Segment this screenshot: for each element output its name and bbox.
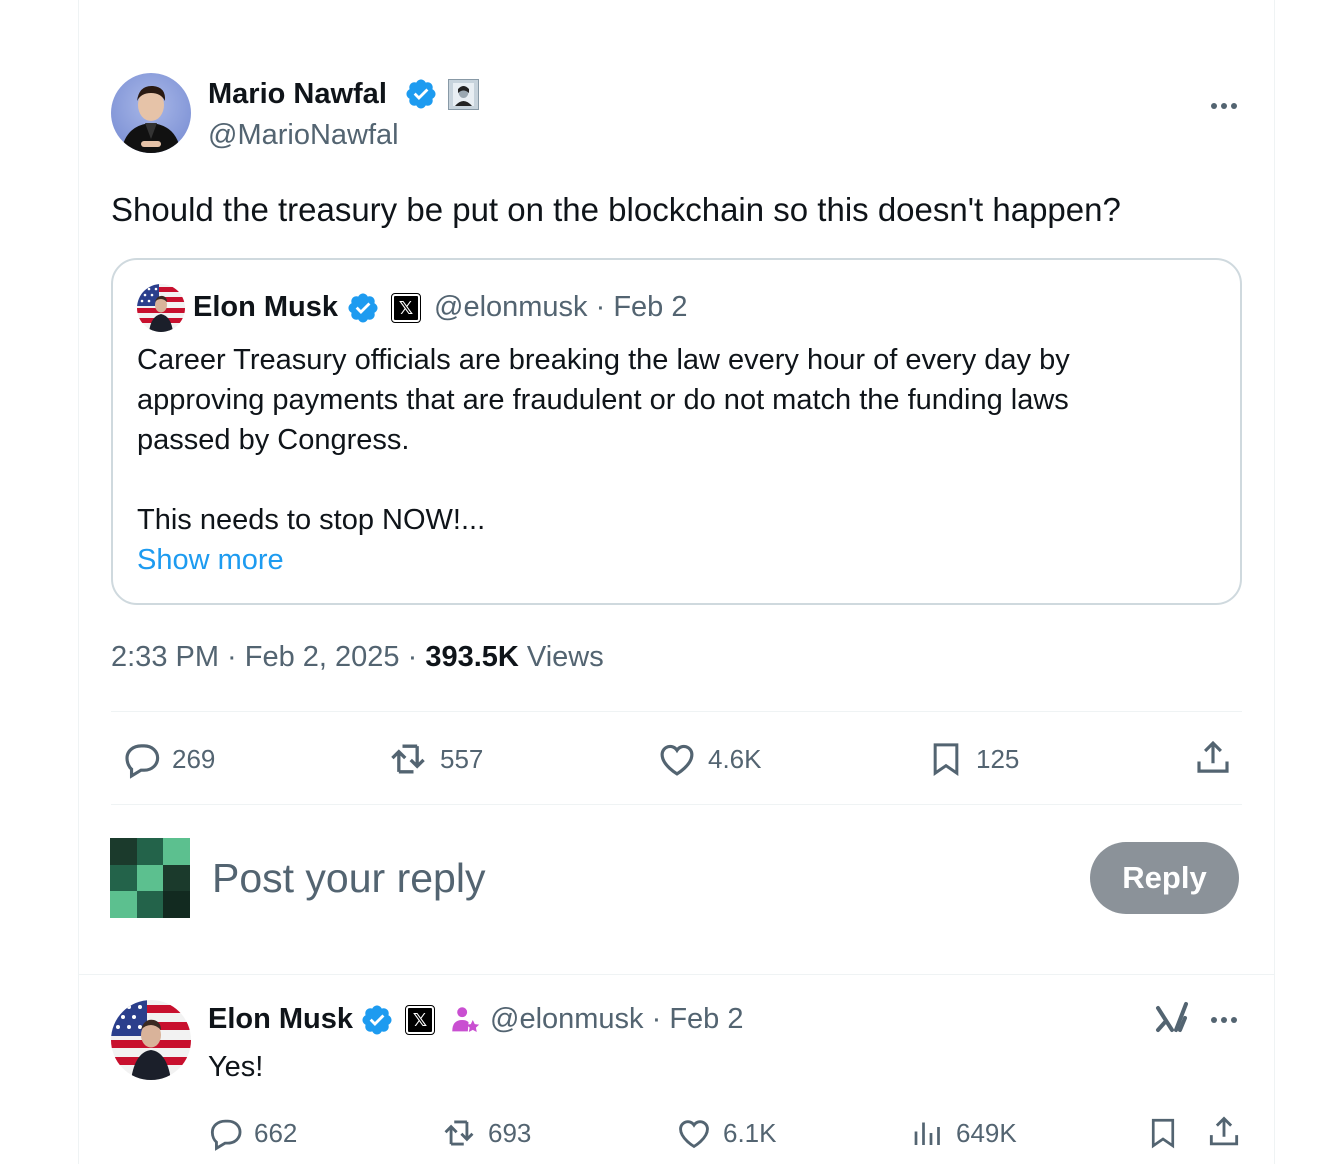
quoted-tweet-text: Career Treasury officials are breaking t…	[137, 340, 1217, 580]
divider	[111, 711, 1242, 712]
views-count: 393.5K	[425, 641, 519, 673]
reply-share-icon[interactable]	[1205, 1113, 1243, 1151]
government-badge-icon[interactable]	[448, 1003, 482, 1042]
reply-icon	[125, 744, 160, 779]
quoted-author-handle[interactable]: @elonmusk	[434, 291, 588, 323]
reply-input[interactable]: Post your reply	[212, 852, 485, 904]
heart-icon	[679, 1120, 709, 1149]
reply-verified-badge-icon[interactable]	[360, 1003, 394, 1042]
quoted-text-line: approving payments that are fraudulent o…	[137, 384, 1069, 416]
bookmark-icon	[933, 743, 959, 777]
reply-reply-button[interactable]: 662	[206, 1112, 297, 1154]
reply-repost-count: 693	[488, 1117, 532, 1148]
reply-more-options-icon[interactable]	[1208, 1002, 1242, 1036]
author-handle[interactable]: @MarioNawfal	[208, 117, 399, 153]
quoted-verified-badge-icon[interactable]	[346, 291, 380, 330]
reply-author-avatar[interactable]	[111, 1000, 191, 1080]
more-options-icon[interactable]	[1208, 88, 1242, 122]
author-avatar[interactable]	[111, 73, 191, 153]
tweet-text: Should the treasury be put on the blockc…	[111, 191, 1121, 228]
current-user-avatar[interactable]	[110, 838, 190, 918]
author-name[interactable]: Mario Nawfal	[208, 76, 387, 112]
quoted-author-avatar[interactable]	[137, 284, 185, 332]
share-icon[interactable]	[1192, 737, 1234, 779]
repost-count: 557	[440, 743, 484, 774]
quoted-text-line: This needs to stop NOW!...	[137, 504, 486, 536]
reply-count: 269	[172, 743, 216, 774]
reply-like-button[interactable]: 6.1K	[675, 1112, 777, 1154]
reply-reply-count: 662	[254, 1117, 298, 1148]
tweet-timestamp[interactable]: 2:33 PM · Feb 2, 2025 ·	[111, 641, 425, 673]
reply-author-handle[interactable]: @elonmusk	[490, 1003, 644, 1035]
quoted-text-line: passed by Congress.	[137, 424, 410, 456]
divider	[111, 804, 1242, 805]
verified-badge-icon[interactable]	[404, 77, 438, 116]
affiliate-badge-icon[interactable]	[448, 79, 479, 110]
like-count: 4.6K	[708, 743, 762, 774]
tweet-meta: 2:33 PM · Feb 2, 2025 · 393.5K Views	[111, 639, 604, 675]
quoted-text-line: Career Treasury officials are breaking t…	[137, 344, 1070, 376]
grok-icon[interactable]	[1154, 1000, 1190, 1038]
like-action-button[interactable]: 4.6K	[656, 737, 762, 781]
show-more-link[interactable]: Show more	[137, 540, 1217, 580]
bookmark-count: 125	[976, 743, 1020, 774]
repost-action-button[interactable]: 557	[386, 737, 483, 781]
reply-repost-button[interactable]: 693	[440, 1112, 531, 1154]
reply-action-button[interactable]: 269	[120, 737, 215, 781]
reply-author-name[interactable]: Elon Musk	[208, 1001, 353, 1037]
repost-icon	[444, 1120, 474, 1146]
repost-icon	[391, 744, 425, 774]
views-icon	[914, 1122, 940, 1145]
reply-date[interactable]: · Feb 2	[644, 1003, 744, 1035]
bookmark-action-button[interactable]: 125	[926, 737, 1019, 781]
reply-bookmark-icon[interactable]	[1145, 1113, 1181, 1153]
reply-views-button[interactable]: 649K	[910, 1112, 1017, 1154]
quoted-handle-date[interactable]: @elonmusk · Feb 2	[434, 289, 688, 325]
reply-like-count: 6.1K	[723, 1117, 777, 1148]
reply-handle-date[interactable]: @elonmusk · Feb 2	[490, 1001, 744, 1037]
x-affiliate-icon[interactable]: 𝕏	[391, 293, 421, 323]
reply-button[interactable]: Reply	[1090, 842, 1239, 914]
divider	[78, 974, 1275, 975]
reply-x-affiliate-icon[interactable]: 𝕏	[405, 1005, 435, 1035]
quoted-date[interactable]: · Feb 2	[588, 291, 688, 323]
reply-icon	[210, 1119, 242, 1151]
reply-tweet-text: Yes!	[208, 1051, 264, 1083]
views-label: Views	[518, 641, 604, 673]
quoted-author-name[interactable]: Elon Musk	[193, 289, 338, 325]
reply-views-count: 649K	[956, 1117, 1017, 1148]
heart-icon	[660, 744, 694, 776]
